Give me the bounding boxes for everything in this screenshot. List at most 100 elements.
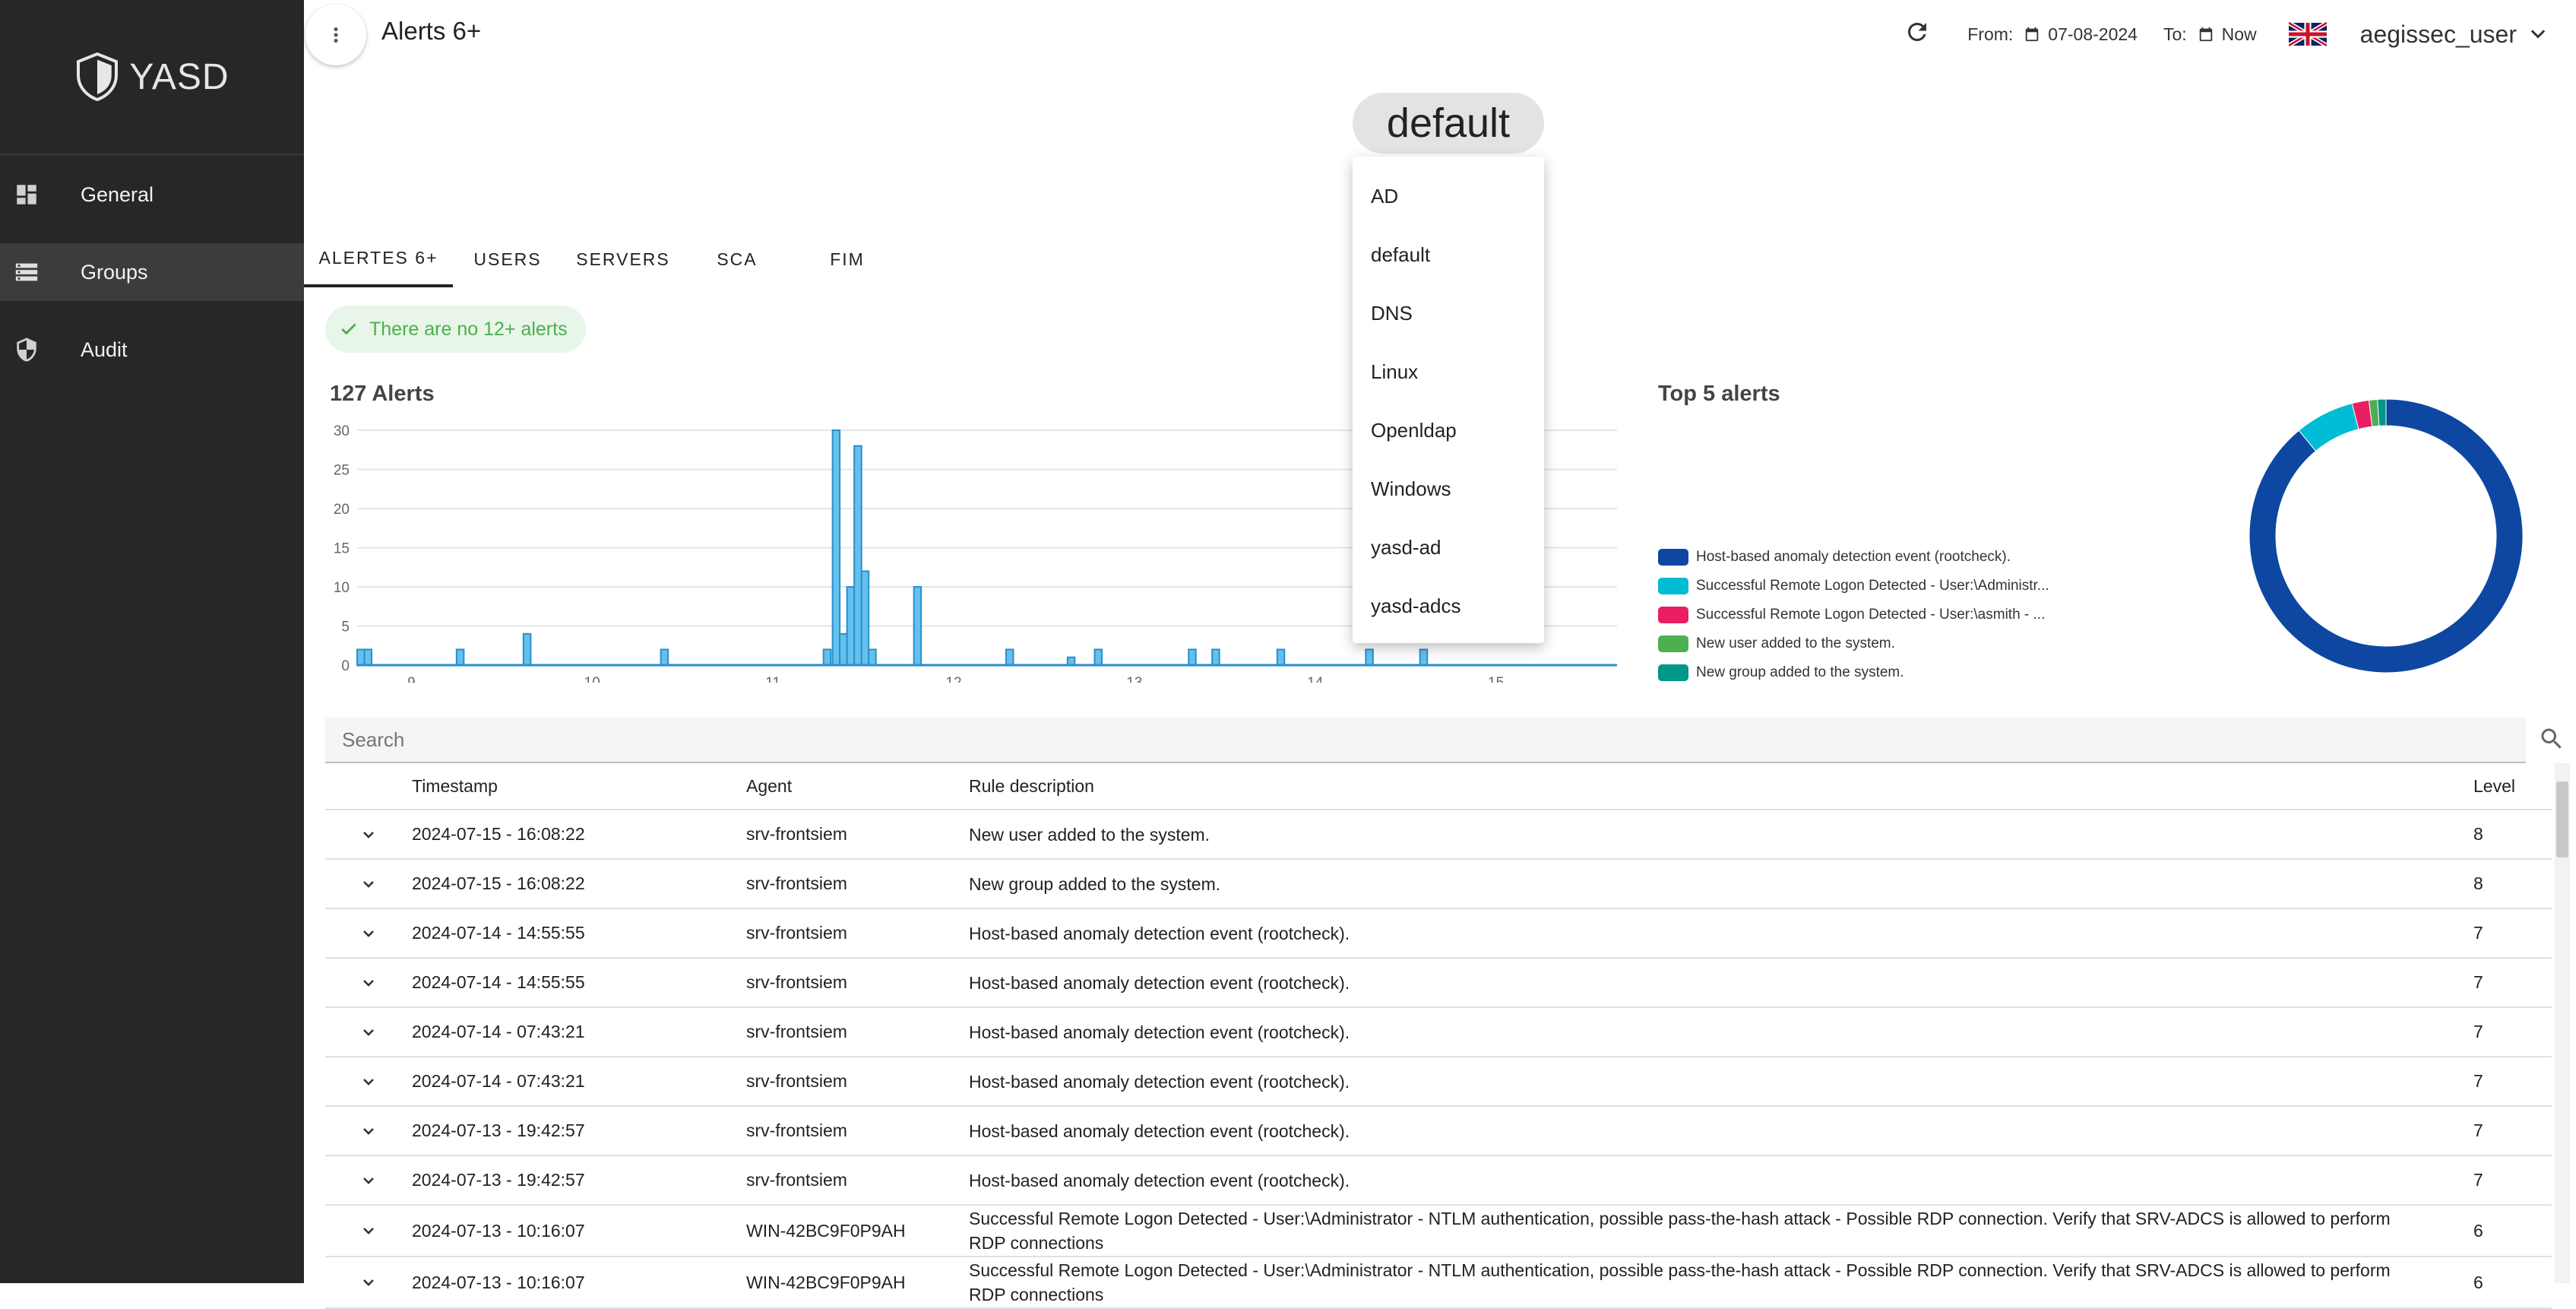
column-header-agent[interactable]: Agent [746, 776, 969, 797]
expand-row-button[interactable] [325, 1171, 412, 1190]
group-option[interactable]: default [1353, 226, 1544, 284]
scrollbar-thumb[interactable] [2556, 781, 2568, 857]
from-date-value: 07-08-2024 [2048, 24, 2138, 44]
group-select[interactable]: default [1353, 93, 1544, 154]
cell-description: Successful Remote Logon Detected - User:… [969, 1260, 2391, 1304]
cell-level: 7 [2473, 972, 2483, 992]
expand-row-button[interactable] [325, 875, 412, 893]
histogram-bar[interactable] [455, 648, 465, 666]
expand-row-button[interactable] [325, 1023, 412, 1041]
table-row[interactable]: 2024-07-14 - 14:55:55 srv-frontsiem Host-b… [325, 959, 2552, 1008]
table-row[interactable]: 2024-07-13 - 19:42:57 srv-frontsiem Host-b… [325, 1156, 2552, 1206]
group-option[interactable]: AD [1353, 167, 1544, 226]
cell-description: New user added to the system. [969, 824, 1210, 845]
histogram-bar[interactable] [860, 570, 870, 666]
y-tick-label: 20 [334, 502, 350, 518]
group-option[interactable]: yasd-ad [1353, 518, 1544, 577]
histogram-bar[interactable] [831, 429, 841, 666]
table-row[interactable]: 2024-07-13 - 19:42:57 srv-frontsiem Host-b… [325, 1107, 2552, 1156]
x-tick-label: 13 [1126, 675, 1142, 683]
histogram-bar[interactable] [356, 648, 366, 666]
sidebar-item-audit[interactable]: Audit [0, 321, 304, 379]
tab-fim[interactable]: FIM [790, 231, 904, 287]
more-menu-button[interactable] [305, 5, 366, 65]
y-tick-label: 0 [341, 658, 350, 674]
refresh-icon[interactable] [1904, 18, 1931, 50]
to-date-picker[interactable]: Now [2198, 24, 2257, 45]
table-row[interactable]: 2024-07-13 - 10:16:07 WIN-42BC9F0P9AH Succ… [325, 1206, 2552, 1257]
tab-servers[interactable]: SERVERS [562, 231, 684, 287]
x-tick-label: 11 [765, 675, 780, 683]
table-row[interactable]: 2024-07-13 - 10:16:07 WIN-42BC9F0P9AH Succ… [325, 1257, 2552, 1309]
histogram-bar[interactable] [1365, 648, 1374, 666]
group-option[interactable]: Linux [1353, 343, 1544, 401]
legend-item[interactable]: Successful Remote Logon Detected - User:… [1658, 601, 2049, 629]
histogram-bar[interactable] [1419, 648, 1429, 666]
to-label: To: [2163, 24, 2187, 44]
expand-row-button[interactable] [325, 924, 412, 943]
cell-level: 6 [2473, 1220, 2483, 1241]
uk-flag-icon[interactable] [2288, 21, 2327, 47]
shield-icon [14, 337, 40, 363]
column-header-level[interactable]: Level [2473, 776, 2534, 797]
table-row[interactable]: 2024-07-15 - 16:08:22 srv-frontsiem New gr… [325, 860, 2552, 909]
table-row[interactable]: 2024-07-14 - 07:43:21 srv-frontsiem Host-b… [325, 1057, 2552, 1107]
brand-logo[interactable]: YASD [0, 0, 304, 155]
expand-row-button[interactable] [325, 1222, 412, 1240]
tab-bar: ALERTES 6+ USERS SERVERS SCA FIM [304, 231, 904, 287]
tab-alertes[interactable]: ALERTES 6+ [304, 231, 453, 287]
y-tick-label: 30 [334, 423, 350, 439]
histogram-bar[interactable] [913, 586, 922, 666]
expand-row-button[interactable] [325, 1122, 412, 1140]
group-option[interactable]: Windows [1353, 460, 1544, 518]
histogram-bar[interactable] [846, 586, 856, 666]
expand-row-button[interactable] [325, 1273, 412, 1292]
table-row[interactable]: 2024-07-14 - 14:55:55 srv-frontsiem Host-b… [325, 909, 2552, 959]
histogram-bar[interactable] [1211, 648, 1220, 666]
histogram-bar[interactable] [853, 445, 862, 666]
legend-item[interactable]: New group added to the system. [1658, 658, 2049, 687]
histogram-bar[interactable] [363, 648, 373, 666]
histogram-bar[interactable] [839, 632, 848, 666]
expand-row-button[interactable] [325, 1073, 412, 1091]
column-header-description[interactable]: Rule description [969, 774, 2473, 798]
user-menu[interactable]: aegissec_user [2360, 21, 2517, 49]
expand-row-button[interactable] [325, 826, 412, 844]
table-row[interactable]: 2024-07-14 - 07:43:21 srv-frontsiem Host-b… [325, 1008, 2552, 1057]
chevron-down-icon [363, 1127, 374, 1135]
sidebar-item-general[interactable]: General [0, 166, 304, 223]
from-date-picker[interactable]: 07-08-2024 [2024, 24, 2138, 45]
cell-timestamp: 2024-07-14 - 07:43:21 [412, 1071, 585, 1091]
histogram-bar[interactable] [1188, 648, 1197, 666]
histogram-bar[interactable] [822, 648, 832, 666]
histogram-bar[interactable] [522, 632, 532, 666]
legend-item[interactable]: Successful Remote Logon Detected - User:… [1658, 572, 2049, 601]
group-option[interactable]: DNS [1353, 284, 1544, 343]
sidebar-item-label: General [81, 182, 154, 206]
histogram-bar[interactable] [1276, 648, 1286, 666]
donut-slice[interactable] [2377, 398, 2387, 426]
sidebar-item-groups[interactable]: Groups [0, 243, 304, 301]
donut-slice[interactable] [2248, 398, 2524, 674]
histogram-bar[interactable] [868, 648, 877, 666]
histogram-bar[interactable] [660, 648, 669, 666]
histogram-bar[interactable] [1066, 656, 1076, 667]
chart-title: 127 Alerts [330, 382, 435, 406]
table-row[interactable]: 2024-07-15 - 16:08:22 srv-frontsiem New us… [325, 810, 2552, 860]
group-option[interactable]: yasd-adcs [1353, 577, 1544, 635]
legend-swatch [1658, 664, 1688, 681]
x-tick-label: 12 [945, 675, 961, 683]
expand-row-button[interactable] [325, 974, 412, 992]
histogram-bar[interactable] [1093, 648, 1103, 666]
group-option[interactable]: Openldap [1353, 401, 1544, 460]
chevron-down-icon[interactable] [2527, 24, 2549, 45]
search-input[interactable]: Search [325, 718, 2526, 763]
tab-sca[interactable]: SCA [684, 231, 790, 287]
legend-item[interactable]: New user added to the system. [1658, 629, 2049, 658]
search-icon[interactable] [2538, 725, 2565, 753]
legend-item[interactable]: Host-based anomaly detection event (root… [1658, 543, 2049, 572]
histogram-bar[interactable] [1005, 648, 1014, 666]
tab-users[interactable]: USERS [453, 231, 562, 287]
column-header-timestamp[interactable]: Timestamp [412, 776, 746, 797]
sidebar-item-label: Groups [81, 260, 148, 284]
